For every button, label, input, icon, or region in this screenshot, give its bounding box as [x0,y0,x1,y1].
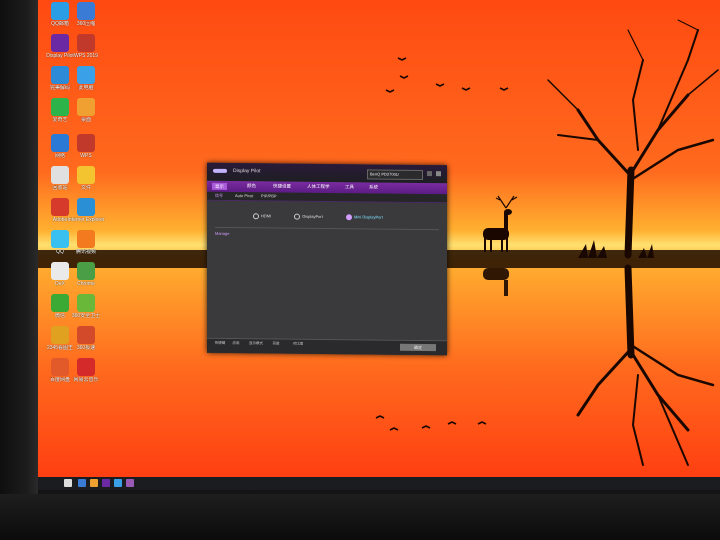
desktop-icon-label: WPS [80,153,92,159]
desktop-icon[interactable]: 此电脑 [66,66,106,91]
window-footer: 快捷键 应用 显示模式 亮度 对比度 确定 [207,337,447,356]
app-icon [77,358,95,376]
input-label: Mini DisplayPort [353,214,383,220]
desktop-icon[interactable]: 桌面 [66,98,106,123]
desktop-icon-label: WPS 2019 [74,53,98,59]
tab-display[interactable]: 显示 [212,182,227,190]
tab-system[interactable]: 系统 [369,184,378,190]
subtab-signal[interactable]: 信号 [215,193,223,199]
taskbar-app-icon[interactable] [114,479,122,487]
input-source-options: HDMI DisplayPort Mini DisplayPort [245,213,397,221]
app-icon [77,66,95,84]
taskbar-app-icon[interactable] [126,479,134,487]
desktop-icon-label: Internet Explorer [67,217,105,223]
desktop-icon[interactable]: 360极速 [66,326,106,351]
desktop-icon-label: 360压缩 [76,21,96,27]
start-icon[interactable] [64,479,72,487]
desktop-icon-label: 360极速 [76,345,96,351]
desktop-icon-label: Chrome [77,281,95,287]
desktop-icon[interactable]: 腾讯视频 [66,230,106,255]
desktop-icon-label: 文件 [80,185,91,191]
ok-button[interactable]: 确定 [400,343,436,352]
app-icon [77,262,95,280]
desktop-icon[interactable]: Internet Explorer [66,198,106,223]
subtab-pip-pbp[interactable]: PIP/PBP [261,193,277,198]
footer-hotkey-button[interactable]: 快捷键 [213,341,227,346]
app-icon [77,326,95,344]
app-icon [77,98,95,116]
tab-ergonomics[interactable]: 人体工程学 [307,184,330,190]
desktop-icon-label: 腾讯视频 [75,249,96,255]
tab-tools[interactable]: 工具 [345,184,354,190]
app-icon [77,34,95,52]
input-option-displayport[interactable]: DisplayPort [286,213,323,220]
desktop-icon-label: 此电脑 [78,85,94,91]
app-icon [77,134,95,152]
monitor-bezel-bottom [0,494,720,540]
radio-button[interactable] [294,213,301,220]
desktop-icon[interactable]: 网易云音乐 [66,358,106,383]
app-icon [77,294,95,312]
taskbar-app-icon[interactable] [90,479,98,487]
app-icon [77,166,95,184]
desktop-icon[interactable]: Chrome [66,262,106,287]
benq-logo-icon [213,168,227,173]
footer-brightness-button[interactable]: 亮度 [269,341,283,346]
minimize-icon[interactable] [427,171,432,177]
footer-display-mode-button[interactable]: 显示模式 [249,341,263,346]
photo-of-monitor: QQ邮箱 360压缩 Display Pilot WPS 2019 完美解码 此电脑 爱奇艺… [0,0,720,540]
desktop-icon-label: 360安全卫士 [71,313,101,319]
app-icon [77,198,95,216]
taskbar-app-icon[interactable] [102,479,110,487]
divider [215,226,439,231]
desktop-icon-label: 网易云音乐 [73,377,99,383]
desktop-icon-label: 桌面 [80,117,91,123]
taskbar [38,477,720,490]
radio-button[interactable] [253,213,259,220]
radio-button[interactable] [345,214,352,221]
tab-color[interactable]: 颜色 [247,183,256,189]
window-title: Display Pilot [233,168,261,175]
desktop-icon[interactable]: 文件 [66,166,106,191]
input-option-mini-displayport[interactable]: Mini DisplayPort [338,214,383,221]
monitor-bezel-left [0,0,38,540]
taskbar-app-icon[interactable] [78,479,86,487]
desktop-icon[interactable]: WPS 2019 [66,34,106,59]
close-icon[interactable] [436,171,441,177]
display-pilot-window: Display Pilot BenQ PD2700U 显示 颜色 快捷设置 人体… [207,162,447,356]
subtab-auto-pivot[interactable]: Auto Pivot [235,193,253,198]
input-option-hdmi[interactable]: HDMI [245,213,272,220]
desktop-icon[interactable]: WPS [66,134,106,159]
footer-apply-button[interactable]: 应用 [229,341,243,346]
manage-group-label[interactable]: Manage [215,231,229,236]
app-icon [77,230,95,248]
desktop-icon[interactable]: 360压缩 [66,2,106,27]
footer-contrast-button[interactable]: 对比度 [291,342,305,347]
desktop-icon[interactable]: 360安全卫士 [66,294,106,319]
monitor-dropdown[interactable]: BenQ PD2700U [367,169,423,181]
window-content: HDMI DisplayPort Mini DisplayPort Manage [207,200,447,334]
input-label: DisplayPort [302,213,323,220]
input-label: HDMI [261,213,272,219]
app-icon [77,2,95,20]
tab-quick-settings[interactable]: 快捷设置 [273,183,291,189]
